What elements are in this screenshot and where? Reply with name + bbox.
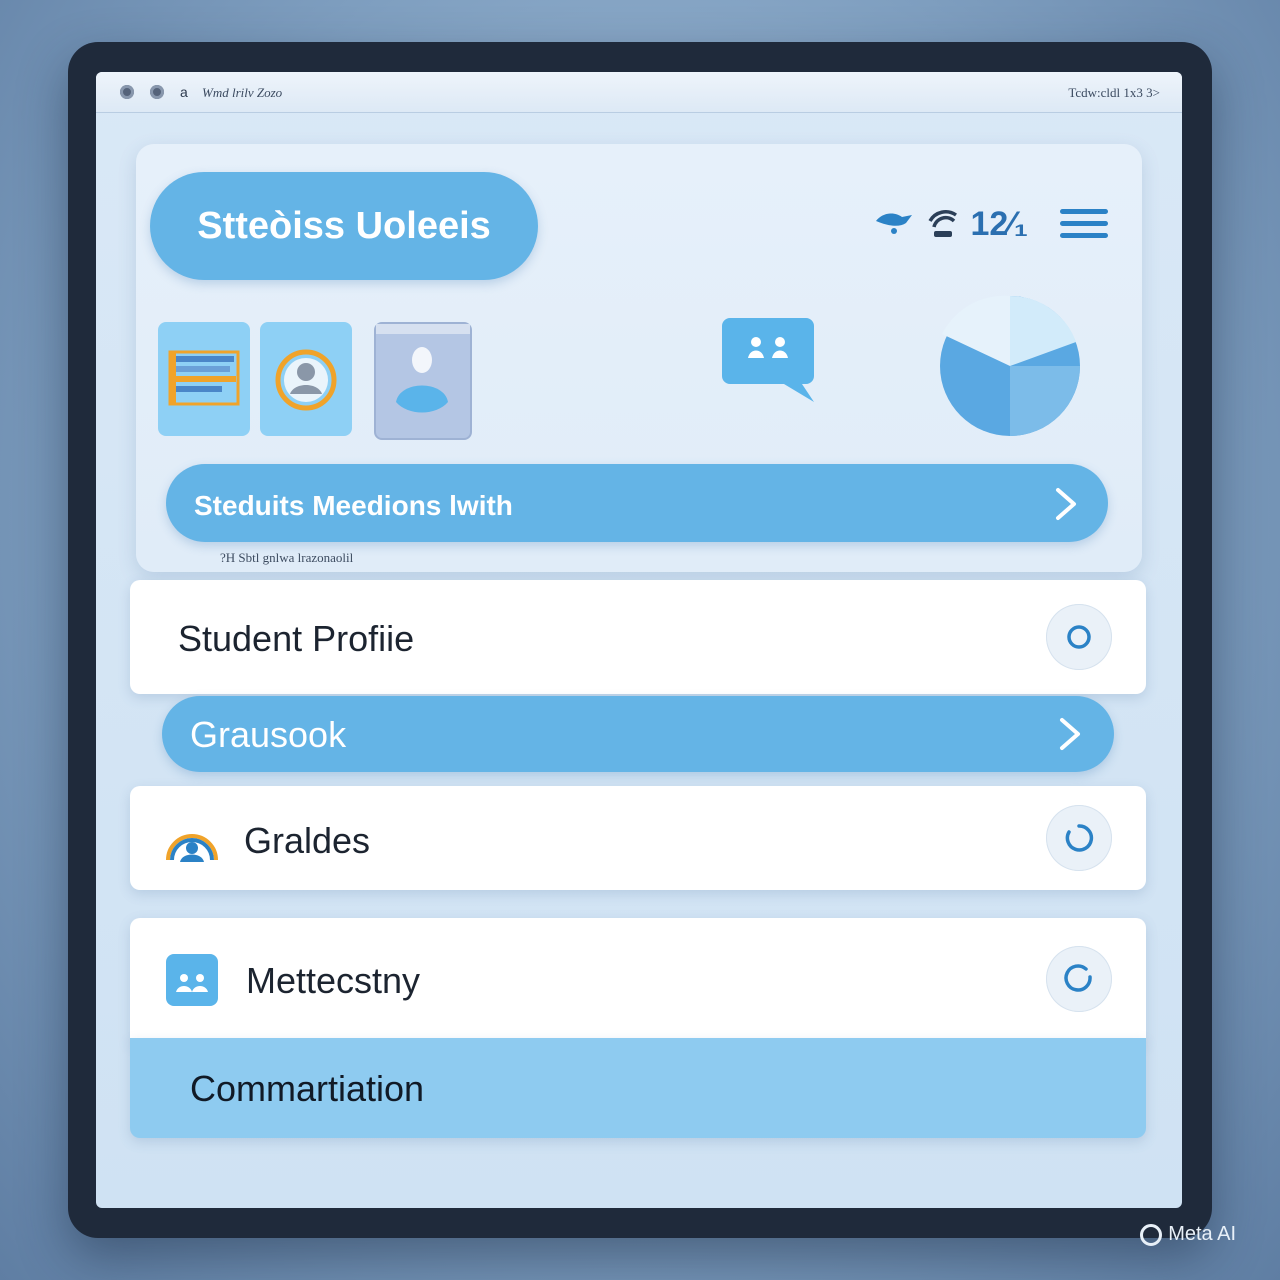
chat-icon[interactable] — [722, 314, 818, 413]
hero-note: ?H Sbtl gnlwa lrazonaolil — [220, 550, 354, 565]
window-title-right: Tcdw:cldl 1x3 3> — [1068, 85, 1160, 100]
title-prefix: a — [180, 84, 188, 100]
report-icon — [168, 350, 240, 406]
commartiation-label: Commartiation — [190, 1068, 425, 1109]
avatar-icon — [275, 349, 337, 411]
mettecstry-row[interactable]: Mettecstny — [130, 918, 1146, 1042]
cta-bar[interactable]: Steduits Meedions lwith — [166, 464, 1108, 542]
refresh-icon — [1065, 824, 1094, 852]
user-icon — [376, 324, 470, 413]
status-area: 12⁄₁ — [872, 204, 1108, 244]
radio-icon — [1067, 625, 1091, 649]
grausook-bar[interactable]: Grausook — [162, 696, 1114, 772]
refresh-icon — [1064, 964, 1092, 992]
report-tile[interactable] — [158, 322, 250, 436]
cta-label: Steduits Meedions lwith — [194, 490, 513, 521]
chevron-right-icon — [1054, 486, 1078, 527]
window-title: Wmd lrilv Zozo — [202, 85, 283, 100]
gauge-icon — [164, 814, 220, 869]
user-tile[interactable] — [374, 322, 472, 440]
cloud-icon — [872, 207, 916, 242]
menu-icon[interactable] — [1060, 207, 1108, 241]
student-profile-row[interactable]: Student Profiie — [130, 580, 1146, 694]
profile-tile[interactable] — [260, 322, 352, 436]
student-profile-radio[interactable] — [1046, 604, 1112, 670]
app-title-pill[interactable]: Stteòiss Uoleeis — [150, 172, 538, 280]
wifi-icon — [926, 205, 960, 244]
grades-label: Graldes — [244, 820, 371, 861]
commartiation-bar[interactable]: Commartiation — [130, 1038, 1146, 1138]
watermark-text: Meta AI — [1168, 1223, 1236, 1245]
meta-ring-icon — [1140, 1223, 1163, 1246]
mettecstry-label: Mettecstny — [246, 960, 421, 1001]
grausook-label: Grausook — [190, 714, 347, 755]
people-icon — [166, 954, 218, 1011]
title-bar: a Wmd lrilv Zozo Tcdw:cldl 1x3 3> — [96, 72, 1182, 113]
app-window: a Wmd lrilv Zozo Tcdw:cldl 1x3 3> Stteòi… — [96, 72, 1182, 1208]
grades-row[interactable]: Graldes — [130, 786, 1146, 890]
device-frame: a Wmd lrilv Zozo Tcdw:cldl 1x3 3> Stteòi… — [68, 42, 1212, 1238]
mettecstry-radio[interactable] — [1046, 946, 1112, 1012]
student-profile-label: Student Profiie — [178, 618, 415, 659]
window-minimize-button[interactable] — [150, 85, 164, 99]
hero-card: Stteòiss Uoleeis 12⁄₁ Steduits Meedions … — [136, 144, 1142, 572]
watermark: Meta AI — [1140, 1223, 1236, 1246]
window-close-button[interactable] — [120, 85, 134, 99]
grades-radio[interactable] — [1046, 805, 1112, 871]
chevron-right-icon — [1058, 716, 1082, 757]
status-time: 12⁄₁ — [970, 204, 1028, 243]
pie-chart-icon — [938, 294, 1082, 443]
